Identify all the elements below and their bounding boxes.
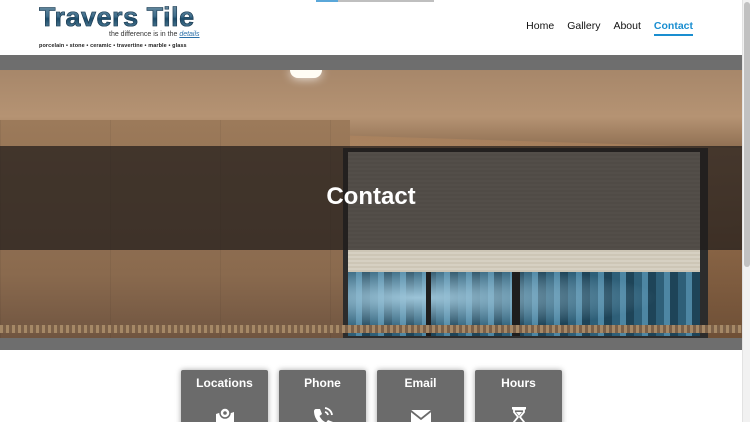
nav-item-home[interactable]: Home bbox=[526, 20, 554, 36]
logo-tagline-accent: details bbox=[179, 31, 200, 38]
scrollbar-thumb[interactable] bbox=[744, 2, 750, 267]
card-title: Hours bbox=[501, 376, 536, 390]
logo[interactable]: Travers Tile the difference is in the de… bbox=[39, 2, 214, 52]
card-title: Email bbox=[404, 376, 437, 390]
logo-materials: porcelain • stone • ceramic • travertine… bbox=[39, 43, 187, 49]
hero-tile-border bbox=[0, 325, 742, 333]
card-email[interactable]: Email bbox=[377, 370, 464, 422]
logo-title: Travers Tile bbox=[39, 2, 195, 32]
logo-tagline: the difference is in the details bbox=[109, 31, 200, 38]
card-title: Locations bbox=[196, 376, 253, 390]
page-title: Contact bbox=[326, 183, 416, 210]
page-scrollbar[interactable] bbox=[742, 0, 750, 422]
nav-item-gallery[interactable]: Gallery bbox=[567, 20, 600, 36]
contact-cards: Locations Phone Email Hours bbox=[181, 370, 562, 422]
ceiling-light bbox=[290, 70, 322, 78]
envelope-icon bbox=[410, 410, 432, 422]
card-phone[interactable]: Phone bbox=[279, 370, 366, 422]
card-hours[interactable]: Hours bbox=[475, 370, 562, 422]
map-pin-icon bbox=[216, 407, 234, 422]
card-title: Phone bbox=[304, 376, 341, 390]
hourglass-icon bbox=[512, 407, 526, 422]
hero-bottom-divider bbox=[0, 338, 742, 350]
site-header: Travers Tile the difference is in the de… bbox=[0, 0, 742, 55]
nav-item-about[interactable]: About bbox=[613, 20, 640, 36]
card-locations[interactable]: Locations bbox=[181, 370, 268, 422]
logo-tagline-text: the difference is in the bbox=[109, 31, 178, 38]
phone-icon bbox=[314, 407, 333, 422]
loading-bar bbox=[316, 0, 434, 2]
nav-item-contact[interactable]: Contact bbox=[653, 20, 693, 36]
header-divider bbox=[0, 55, 742, 70]
main-nav: Home Gallery About Contact bbox=[513, 20, 693, 36]
